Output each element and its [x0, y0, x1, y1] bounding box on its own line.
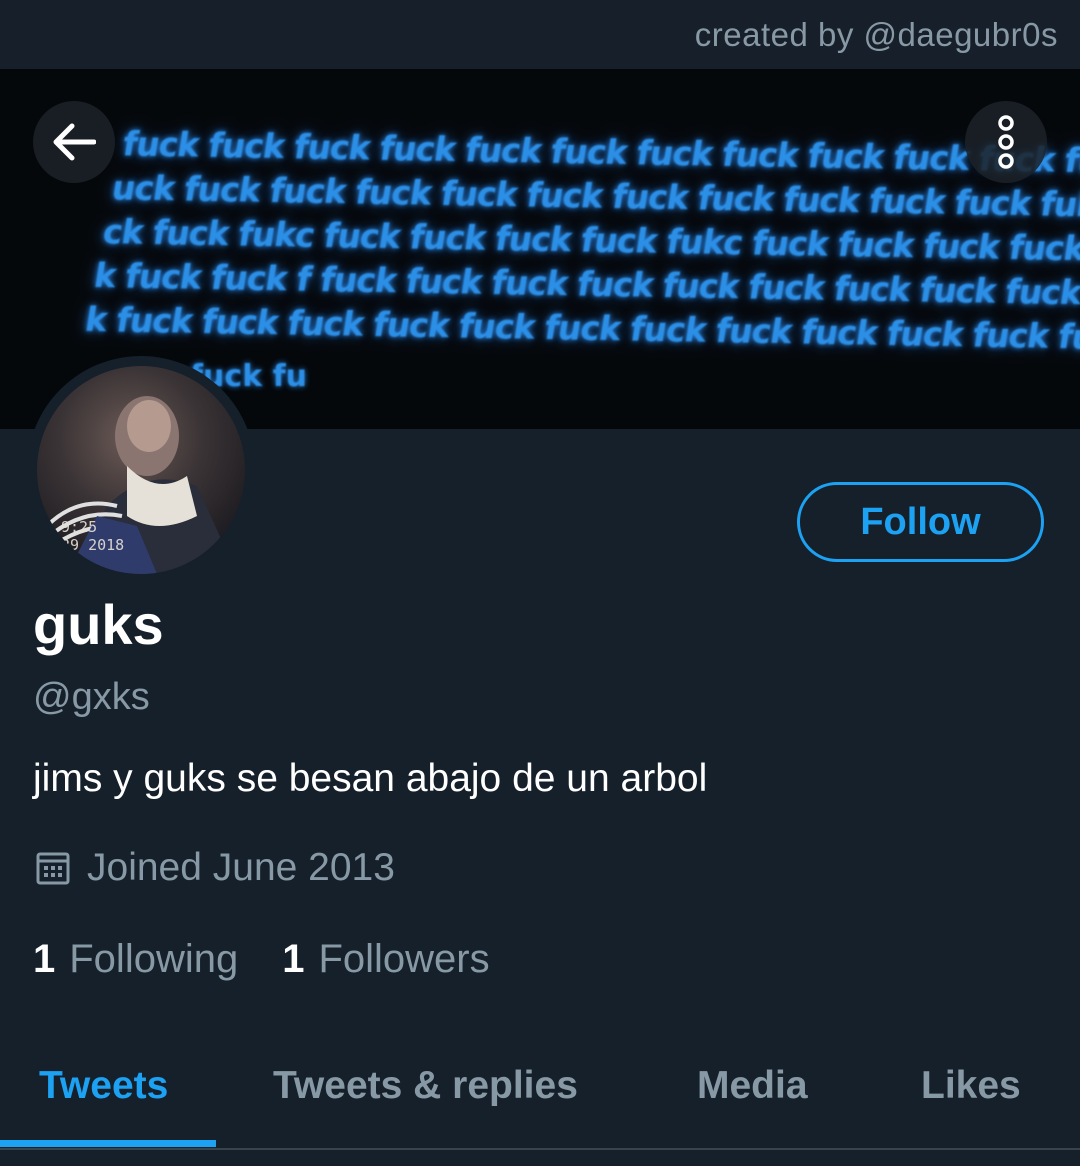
- follow-button[interactable]: Follow: [797, 482, 1044, 562]
- profile-page: created by @daegubr0s fuck fuck fuck fuc…: [0, 0, 1080, 1166]
- more-vertical-icon: [998, 115, 1014, 169]
- followers-count: 1: [282, 937, 305, 981]
- tab-likes[interactable]: Likes: [921, 1064, 1021, 1108]
- active-tab-indicator: [0, 1140, 216, 1147]
- tab-tweets[interactable]: Tweets: [39, 1064, 168, 1108]
- bio-text: jims y guks se besan abajo de un arbol: [33, 757, 708, 800]
- followers-label: Followers: [318, 937, 490, 981]
- following-label: Following: [69, 937, 239, 981]
- following-count: 1: [33, 937, 56, 981]
- avatar-timestamp: 9:25 29 2018: [61, 518, 125, 554]
- joined-label: Joined June 2013: [87, 846, 395, 889]
- credit-text: created by @daegubr0s: [694, 16, 1058, 53]
- tab-media[interactable]: Media: [697, 1064, 808, 1108]
- avatar[interactable]: 9:25 29 2018: [37, 366, 245, 574]
- tab-tweets-replies[interactable]: Tweets & replies: [273, 1064, 578, 1108]
- banner-text-block: fuck fuck fuck fuck fuck fuck fuck fuck …: [82, 122, 1080, 360]
- followers-stat[interactable]: 1 Followers: [282, 937, 489, 982]
- credit-bar: created by @daegubr0s: [0, 0, 1080, 69]
- profile-tabs: Tweets Tweets & replies Media Likes: [0, 1040, 1080, 1150]
- back-button[interactable]: [33, 101, 115, 183]
- following-stat[interactable]: 1 Following: [33, 937, 238, 982]
- display-name: guks: [33, 593, 164, 656]
- avatar-frame[interactable]: 9:25 29 2018: [27, 356, 255, 584]
- calendar-icon: [36, 852, 70, 885]
- follow-stats: 1 Following 1 Followers: [33, 937, 534, 982]
- tabs-divider: [0, 1148, 1080, 1150]
- joined-date: Joined June 2013: [35, 846, 395, 890]
- more-options-button[interactable]: [965, 101, 1047, 183]
- user-handle: @gxks: [33, 676, 150, 718]
- arrow-left-icon: [53, 123, 96, 161]
